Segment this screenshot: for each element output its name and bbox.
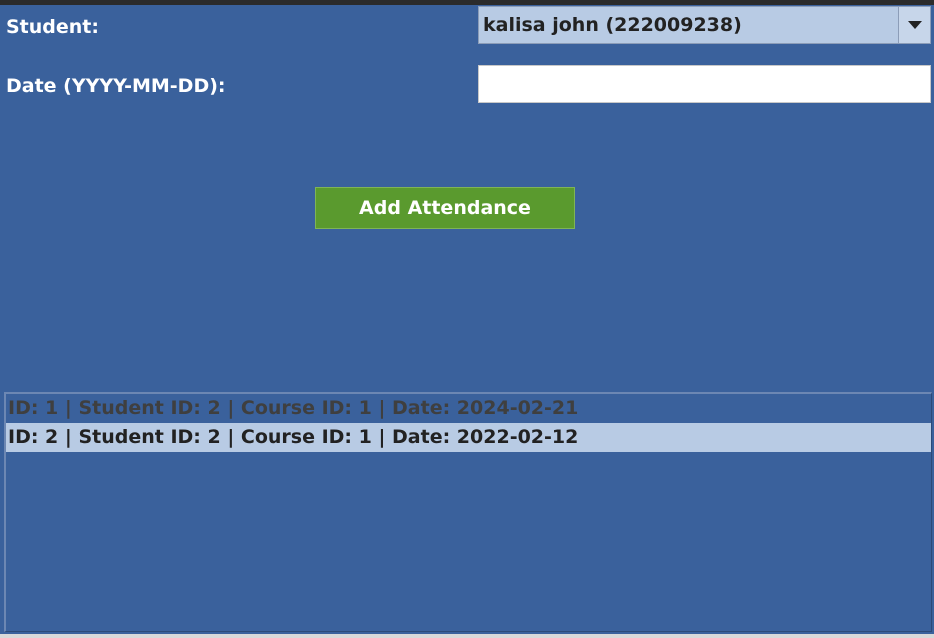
student-dropdown-value: kalisa john (222009238) bbox=[483, 14, 742, 36]
list-item[interactable]: ID: 1 | Student ID: 2 | Course ID: 1 | D… bbox=[6, 394, 931, 423]
add-attendance-button[interactable]: Add Attendance bbox=[315, 187, 575, 229]
student-dropdown[interactable]: kalisa john (222009238) bbox=[478, 6, 931, 44]
window-top-edge bbox=[0, 0, 934, 5]
attendance-list[interactable]: ID: 1 | Student ID: 2 | Course ID: 1 | D… bbox=[4, 392, 932, 632]
date-field[interactable] bbox=[478, 65, 931, 103]
dropdown-arrow-button[interactable] bbox=[898, 7, 930, 43]
date-label: Date (YYYY-MM-DD): bbox=[6, 75, 226, 97]
student-label: Student: bbox=[6, 16, 99, 38]
window-bottom-edge bbox=[0, 634, 934, 638]
list-item-selected[interactable]: ID: 2 | Student ID: 2 | Course ID: 1 | D… bbox=[6, 423, 931, 452]
chevron-down-icon bbox=[908, 21, 922, 29]
